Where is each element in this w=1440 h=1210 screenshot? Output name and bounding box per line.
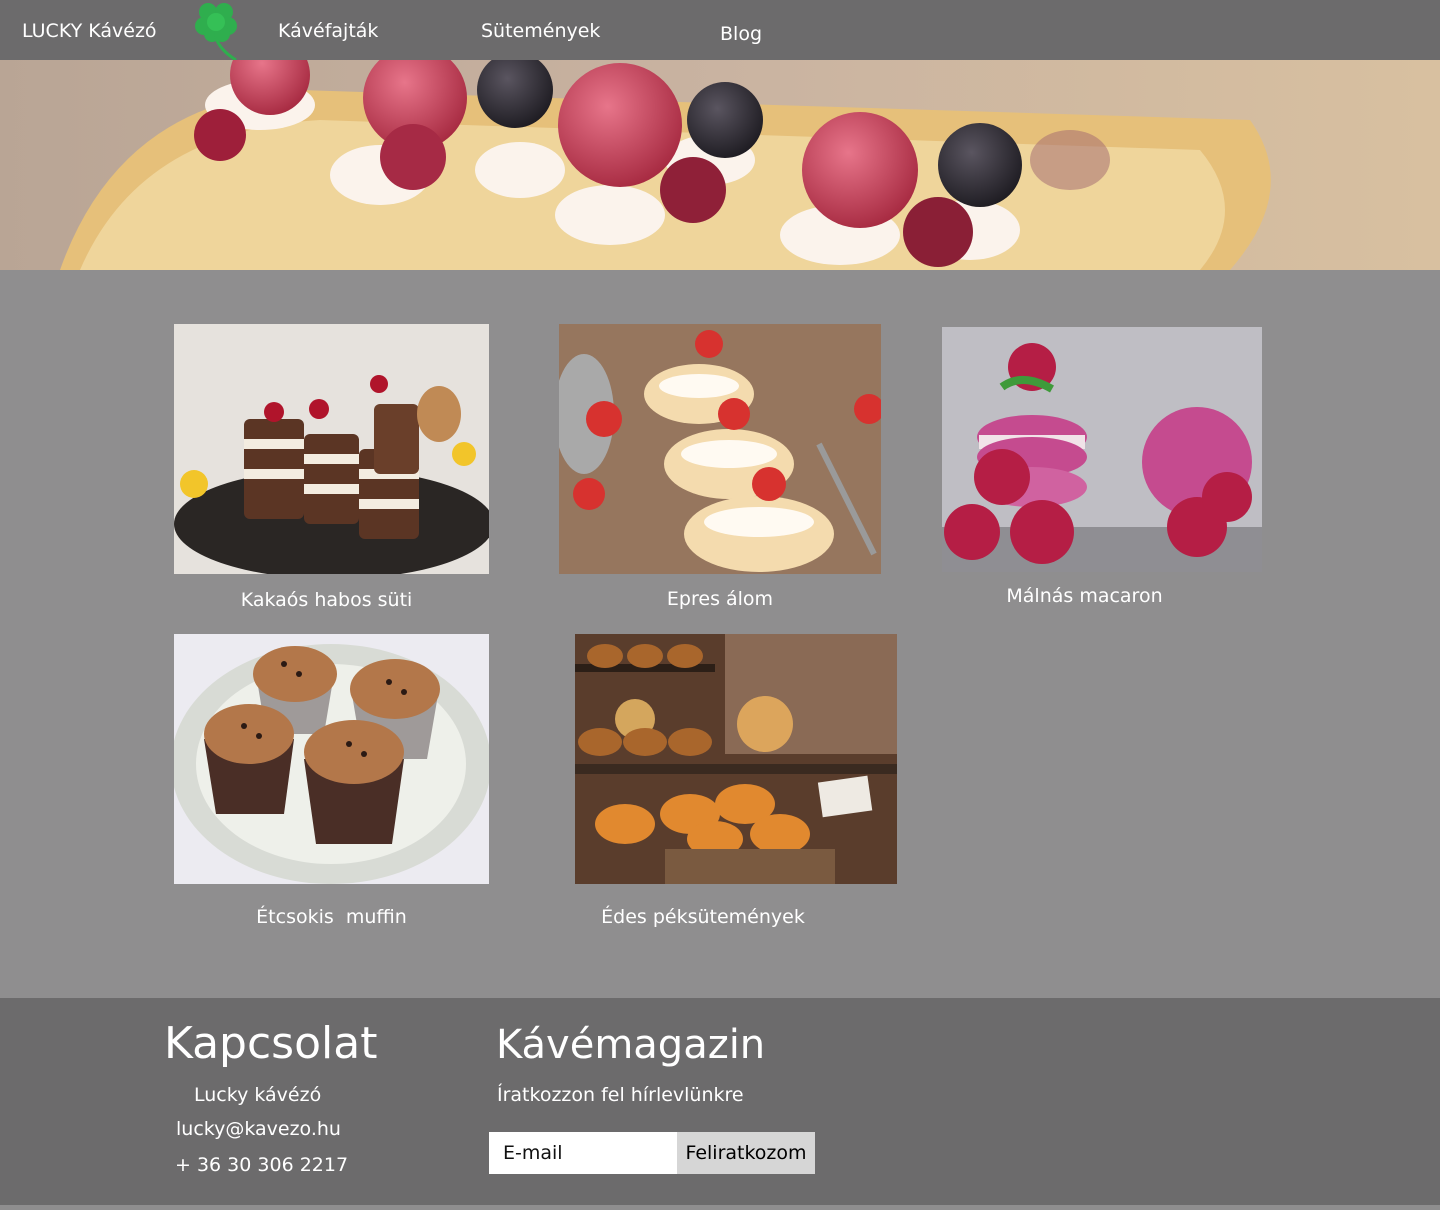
brand-link[interactable]: LUCKY Kávézó [22, 20, 157, 42]
contact-name: Lucky kávézó [194, 1084, 322, 1106]
hero-banner-image [0, 60, 1440, 270]
navbar: LUCKY Kávézó Kávéfajták Sütemények Blog [0, 0, 1440, 62]
product-image-malnas[interactable] [942, 327, 1262, 572]
product-caption-edes: Édes péksütemények [601, 906, 805, 928]
four-leaf-clover-icon[interactable] [190, 0, 242, 62]
product-image-edes[interactable] [575, 634, 897, 884]
product-image-epres[interactable] [559, 324, 881, 574]
magazine-title: Kávémagazin [496, 1022, 766, 1068]
subscribe-button[interactable]: Feliratkozom [677, 1132, 815, 1174]
product-caption-etcsokis: Étcsokis muffin [256, 906, 407, 928]
contact-title: Kapcsolat [164, 1018, 378, 1069]
contact-email-link[interactable]: lucky@kavezo.hu [176, 1118, 341, 1140]
product-image-etcsokis[interactable] [174, 634, 489, 884]
newsletter-subtitle: Íratkozzon fel hírlevlünkre [497, 1084, 744, 1106]
nav-link-blog[interactable]: Blog [720, 23, 762, 45]
contact-phone: + 36 30 306 2217 [175, 1154, 349, 1176]
product-caption-epres: Epres álom [666, 588, 774, 610]
product-image-kakaos[interactable] [174, 324, 489, 574]
footer-bottom-strip [0, 1205, 1440, 1210]
nav-link-kavefajtak[interactable]: Kávéfajták [278, 20, 378, 42]
nav-link-sutemenyek[interactable]: Sütemények [481, 20, 600, 42]
newsletter-email-input[interactable] [489, 1132, 677, 1174]
product-caption-kakaos: Kakaós habos süti [240, 589, 413, 611]
product-caption-malnas: Málnás macaron [1006, 585, 1163, 607]
